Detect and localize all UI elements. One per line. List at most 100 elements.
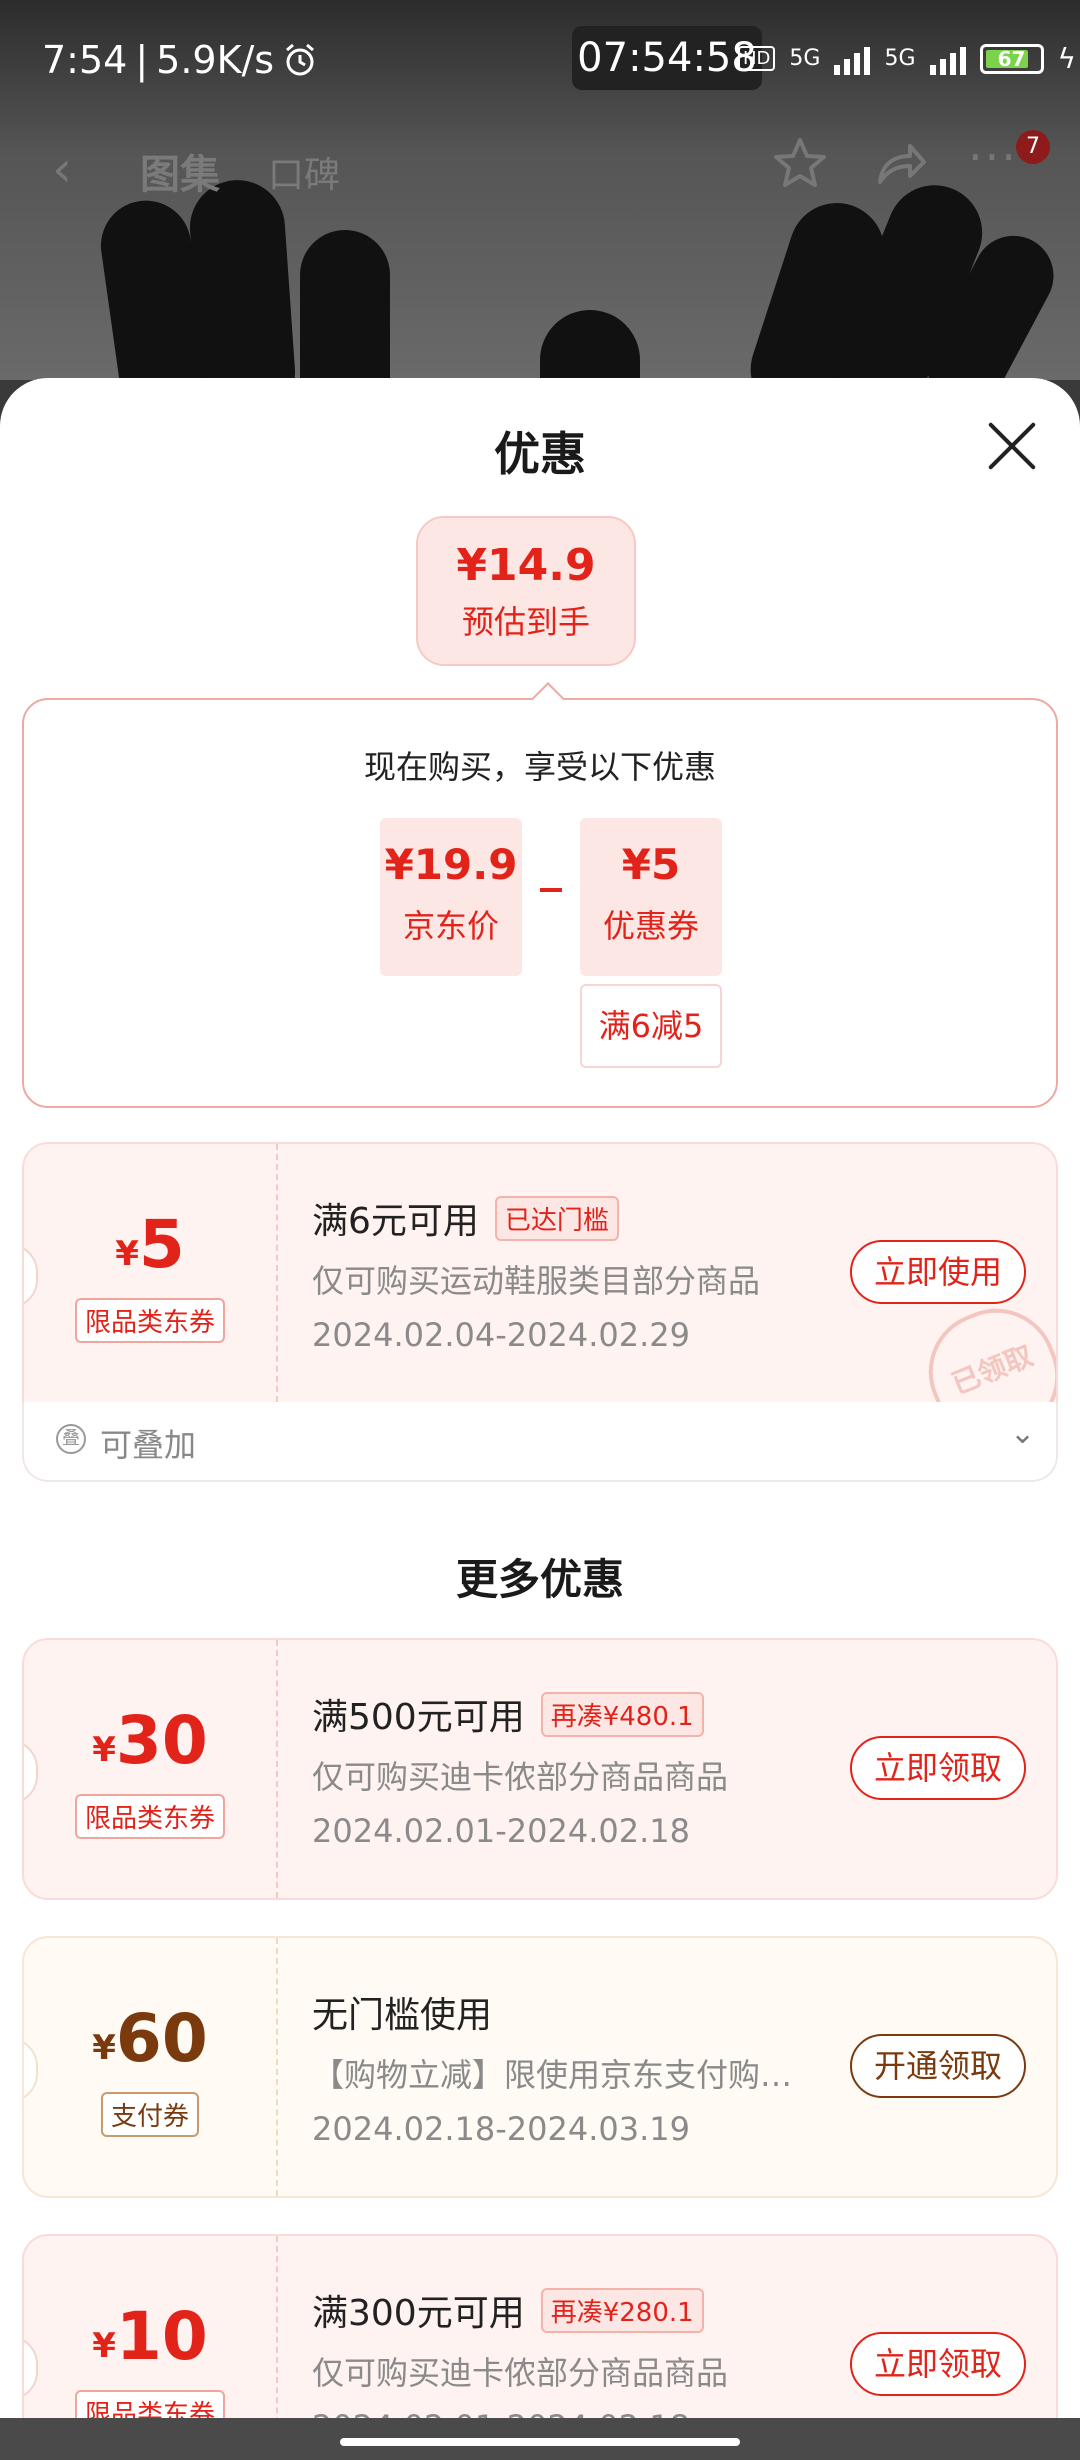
- coupon-condition: 满6减5: [580, 984, 722, 1068]
- coupon-amount: ¥10: [24, 2298, 276, 2375]
- coupon-description: 仅可购买迪卡侬部分商品商品: [312, 2354, 729, 2392]
- star-icon[interactable]: [770, 134, 830, 194]
- coupon-title-row: 满300元可用 再凑¥280.1: [312, 2284, 704, 2336]
- status-separator: |: [135, 38, 149, 82]
- coupon-value: ¥5: [621, 840, 681, 889]
- chevron-down-icon: ⌄: [1010, 1416, 1036, 1451]
- coupon-description: 仅可购买迪卡侬部分商品商品: [312, 1758, 729, 1796]
- battery-icon: 67: [979, 43, 1044, 74]
- currency-symbol: ¥: [115, 1234, 139, 1274]
- signal-icon: [834, 43, 871, 75]
- stackable-row[interactable]: 叠 可叠加 ⌄: [22, 1402, 1058, 1482]
- coupon-amount-number: 30: [115, 1702, 208, 1779]
- signal-icon-2: [929, 43, 966, 75]
- coupon-amount-number: 5: [138, 1206, 185, 1283]
- coupon-title: 满500元可用: [312, 1697, 525, 1738]
- notification-badge: 7: [1016, 130, 1050, 164]
- tab-gallery[interactable]: 图集: [140, 142, 220, 200]
- coupon-validity: 2024.02.01-2024.02.18: [312, 2408, 690, 2418]
- coupon-description: 【购物立减】限使用京东支付购…: [312, 2056, 793, 2094]
- coupon-title: 无门槛使用: [312, 1995, 493, 2036]
- battery-level: 67: [997, 46, 1026, 71]
- coupon-value-area: ¥5 限品类东券: [24, 1144, 276, 1402]
- coupon-amount: ¥5: [24, 1206, 276, 1283]
- jd-price-cell: ¥19.9 京东价: [380, 818, 522, 976]
- coupon-value-area: ¥60 支付券: [24, 1938, 276, 2196]
- activate-claim-button[interactable]: 开通领取: [850, 2034, 1026, 2098]
- coupon-divider: [276, 2236, 278, 2418]
- coupon-type-tag: 限品类东券: [74, 1794, 226, 1839]
- coupon-divider: [276, 1144, 278, 1402]
- stackable-label: 可叠加: [100, 1426, 197, 1464]
- stack-icon: 叠: [56, 1424, 86, 1454]
- coupon-type-tag: 限品类东券: [74, 2390, 226, 2418]
- coupon-title-row: 满500元可用 再凑¥480.1: [312, 1688, 704, 1740]
- coupon-value-area: ¥30 限品类东券: [24, 1640, 276, 1898]
- status-net-speed: 5.9K/s: [156, 38, 275, 82]
- status-left: 7:54 | 5.9K/s: [42, 38, 318, 82]
- coupon-type-tag: 限品类东券: [74, 1298, 226, 1343]
- jd-price-label: 京东价: [402, 907, 499, 945]
- sheet-title: 优惠: [494, 427, 586, 481]
- estimated-price-box: ¥14.9 预估到手: [416, 516, 636, 666]
- coupon-description: 仅可购买运动鞋服类目部分商品: [312, 1262, 761, 1300]
- coupon-card: ¥5 限品类东券 满6元可用 已达门槛 仅可购买运动鞋服类目部分商品 2024.…: [22, 1142, 1058, 1404]
- status-right: HD 5G 5G 67 ϟ: [738, 42, 1076, 75]
- discount-sheet: 优惠 ¥14.9 预估到手 现在购买，享受以下优惠 ¥19.9 京东价 ¥5 优…: [0, 378, 1080, 2418]
- more-icon[interactable]: ···: [968, 130, 1018, 184]
- coupon-amount: ¥60: [24, 2000, 276, 2077]
- charging-icon: ϟ: [1057, 42, 1076, 75]
- coupon-title: 满6元可用: [312, 1201, 479, 1242]
- tab-reviews[interactable]: 口碑: [268, 146, 340, 198]
- clock-overlay: 07:54:58: [572, 26, 762, 90]
- back-icon[interactable]: ‹: [52, 140, 72, 198]
- coupon-card: ¥10 限品类东券 满300元可用 再凑¥280.1 仅可购买迪卡侬部分商品商品…: [22, 2234, 1058, 2418]
- currency-symbol: ¥: [92, 2028, 116, 2068]
- claim-now-button[interactable]: 立即领取: [850, 2332, 1026, 2396]
- product-image-part: [540, 310, 640, 380]
- jd-price: ¥19.9: [384, 840, 518, 889]
- coupon-amount-number: 60: [115, 2000, 208, 2077]
- sim2-label: 5G: [884, 46, 916, 71]
- hd-icon: HD: [738, 46, 776, 71]
- estimated-price-label: 预估到手: [461, 603, 590, 641]
- status-time: 7:54: [42, 38, 128, 82]
- alarm-icon: [286, 43, 315, 76]
- coupon-amount: ¥30: [24, 1702, 276, 1779]
- coupon-validity: 2024.02.04-2024.02.29: [312, 1316, 690, 1354]
- coupon-validity: 2024.02.18-2024.03.19: [312, 2110, 690, 2148]
- claim-now-button[interactable]: 立即领取: [850, 1736, 1026, 1800]
- currency-symbol: ¥: [92, 1730, 116, 1770]
- claimed-stamp: 已领取: [910, 1290, 1056, 1402]
- sim1-label: 5G: [789, 46, 821, 71]
- coupon-title-row: 满6元可用 已达门槛: [312, 1192, 619, 1244]
- threshold-badge: 已达门槛: [494, 1195, 619, 1241]
- coupon-type-tag: 支付券: [100, 2092, 200, 2137]
- coupon-divider: [276, 1938, 278, 2196]
- breakdown-pointer: [531, 682, 565, 716]
- home-indicator[interactable]: [340, 2438, 740, 2446]
- coupon-value-cell: ¥5 优惠券: [580, 818, 722, 976]
- coupon-divider: [276, 1640, 278, 1898]
- currency-symbol: ¥: [92, 2326, 116, 2366]
- price-breakdown: 现在购买，享受以下优惠 ¥19.9 京东价 ¥5 优惠券 满6减5: [22, 682, 1058, 1108]
- coupon-validity: 2024.02.01-2024.02.18: [312, 1812, 690, 1850]
- coupon-value-label: 优惠券: [602, 907, 699, 945]
- status-bar: 7:54 | 5.9K/s 07:54:58 HD 5G 5G 67 ϟ: [0, 0, 1080, 130]
- minus-sign: [540, 888, 562, 892]
- top-nav: ‹ 图集 口碑 ··· 7: [0, 130, 1080, 210]
- coupon-title-row: 无门槛使用: [312, 1986, 492, 2038]
- coupon-amount-number: 10: [115, 2298, 208, 2375]
- use-now-button[interactable]: 立即使用: [850, 1240, 1026, 1304]
- gesture-bar: [0, 2418, 1080, 2460]
- coupon-card: ¥30 限品类东券 满500元可用 再凑¥480.1 仅可购买迪卡侬部分商品商品…: [22, 1638, 1058, 1900]
- close-icon[interactable]: [986, 420, 1038, 472]
- threshold-badge: 再凑¥280.1: [540, 2287, 704, 2333]
- more-discounts-title: 更多优惠: [455, 1555, 624, 1604]
- threshold-badge: 再凑¥480.1: [540, 1691, 704, 1737]
- share-icon[interactable]: [870, 134, 930, 194]
- coupon-value-area: ¥10 限品类东券: [24, 2236, 276, 2418]
- product-image-part: [300, 230, 390, 380]
- breakdown-title: 现在购买，享受以下优惠: [363, 748, 716, 786]
- coupon-card: ¥60 支付券 无门槛使用 【购物立减】限使用京东支付购… 2024.02.18…: [22, 1936, 1058, 2198]
